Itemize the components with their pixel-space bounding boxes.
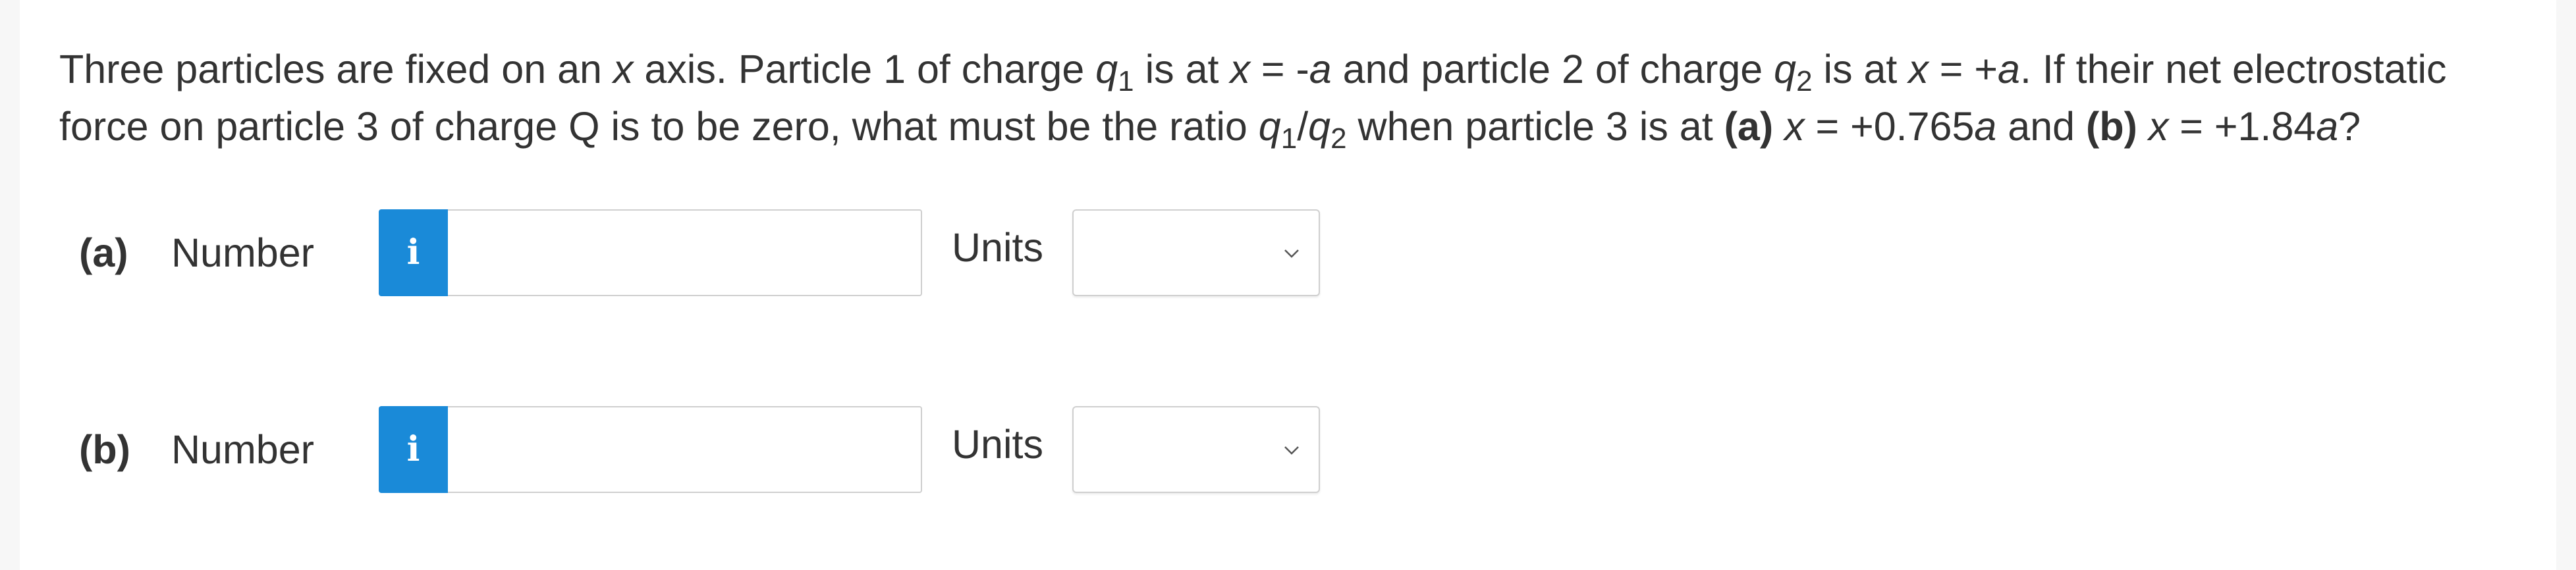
question-segment: a <box>1998 47 2020 91</box>
question-segment: (b) <box>2086 104 2137 149</box>
units-label: Units <box>952 225 1043 270</box>
answer-row-b: (b) Number i Units <box>0 406 1383 493</box>
question-segment: = + <box>1928 47 1998 91</box>
question-segment: x <box>2148 104 2169 149</box>
number-label: Number <box>171 427 314 472</box>
question-segment: / <box>1297 104 1309 149</box>
question-segment: and <box>1996 104 2087 149</box>
units-label: Units <box>952 422 1043 467</box>
question-segment: = +1.84 <box>2168 104 2316 149</box>
question-segment: 1 <box>1280 122 1298 155</box>
question-segment: a <box>1309 47 1332 91</box>
question-segment: axis. Particle 1 of charge <box>633 47 1096 91</box>
question-segment: x <box>1908 47 1929 91</box>
chevron-down-icon <box>1284 249 1299 258</box>
question-segment: (a) <box>1724 104 1774 149</box>
info-icon[interactable]: i <box>379 209 448 296</box>
chevron-down-icon <box>1284 446 1299 455</box>
question-segment: ? <box>2338 104 2361 149</box>
part-label: (b) <box>79 427 130 472</box>
number-input-a[interactable] <box>448 209 922 296</box>
question-segment: Three particles are fixed on an <box>59 47 613 91</box>
question-segment: q <box>1258 104 1281 149</box>
question-segment <box>1773 104 1784 149</box>
question-segment: a <box>1974 104 1997 149</box>
right-margin <box>2556 0 2576 570</box>
units-dropdown-a[interactable] <box>1072 209 1320 296</box>
info-icon[interactable]: i <box>379 406 448 493</box>
question-segment <box>2137 104 2149 149</box>
question-segment: when particle 3 is at <box>1346 104 1724 149</box>
question-text: Three particles are fixed on an x axis. … <box>59 41 2536 155</box>
question-segment: x <box>1784 104 1805 149</box>
question-segment: 1 <box>1118 65 1134 97</box>
question-segment: 2 <box>1330 122 1347 155</box>
number-input-b[interactable] <box>448 406 922 493</box>
units-dropdown-b[interactable] <box>1072 406 1320 493</box>
question-segment: is at <box>1812 47 1909 91</box>
part-label: (a) <box>79 230 128 275</box>
question-segment: is at <box>1134 47 1230 91</box>
answer-row-a: (a) Number i Units <box>0 209 1383 296</box>
question-segment: q <box>1095 47 1118 91</box>
question-segment: q <box>1308 104 1331 149</box>
question-segment: = +0.765 <box>1804 104 1975 149</box>
question-segment: and particle 2 of charge <box>1331 47 1774 91</box>
question-segment: x <box>613 47 634 91</box>
question-segment: q <box>1774 47 1797 91</box>
number-label: Number <box>171 230 314 275</box>
question-segment: 2 <box>1796 65 1813 97</box>
question-segment: x <box>1230 47 1250 91</box>
question-segment: a <box>2316 104 2339 149</box>
question-segment: = - <box>1249 47 1309 91</box>
